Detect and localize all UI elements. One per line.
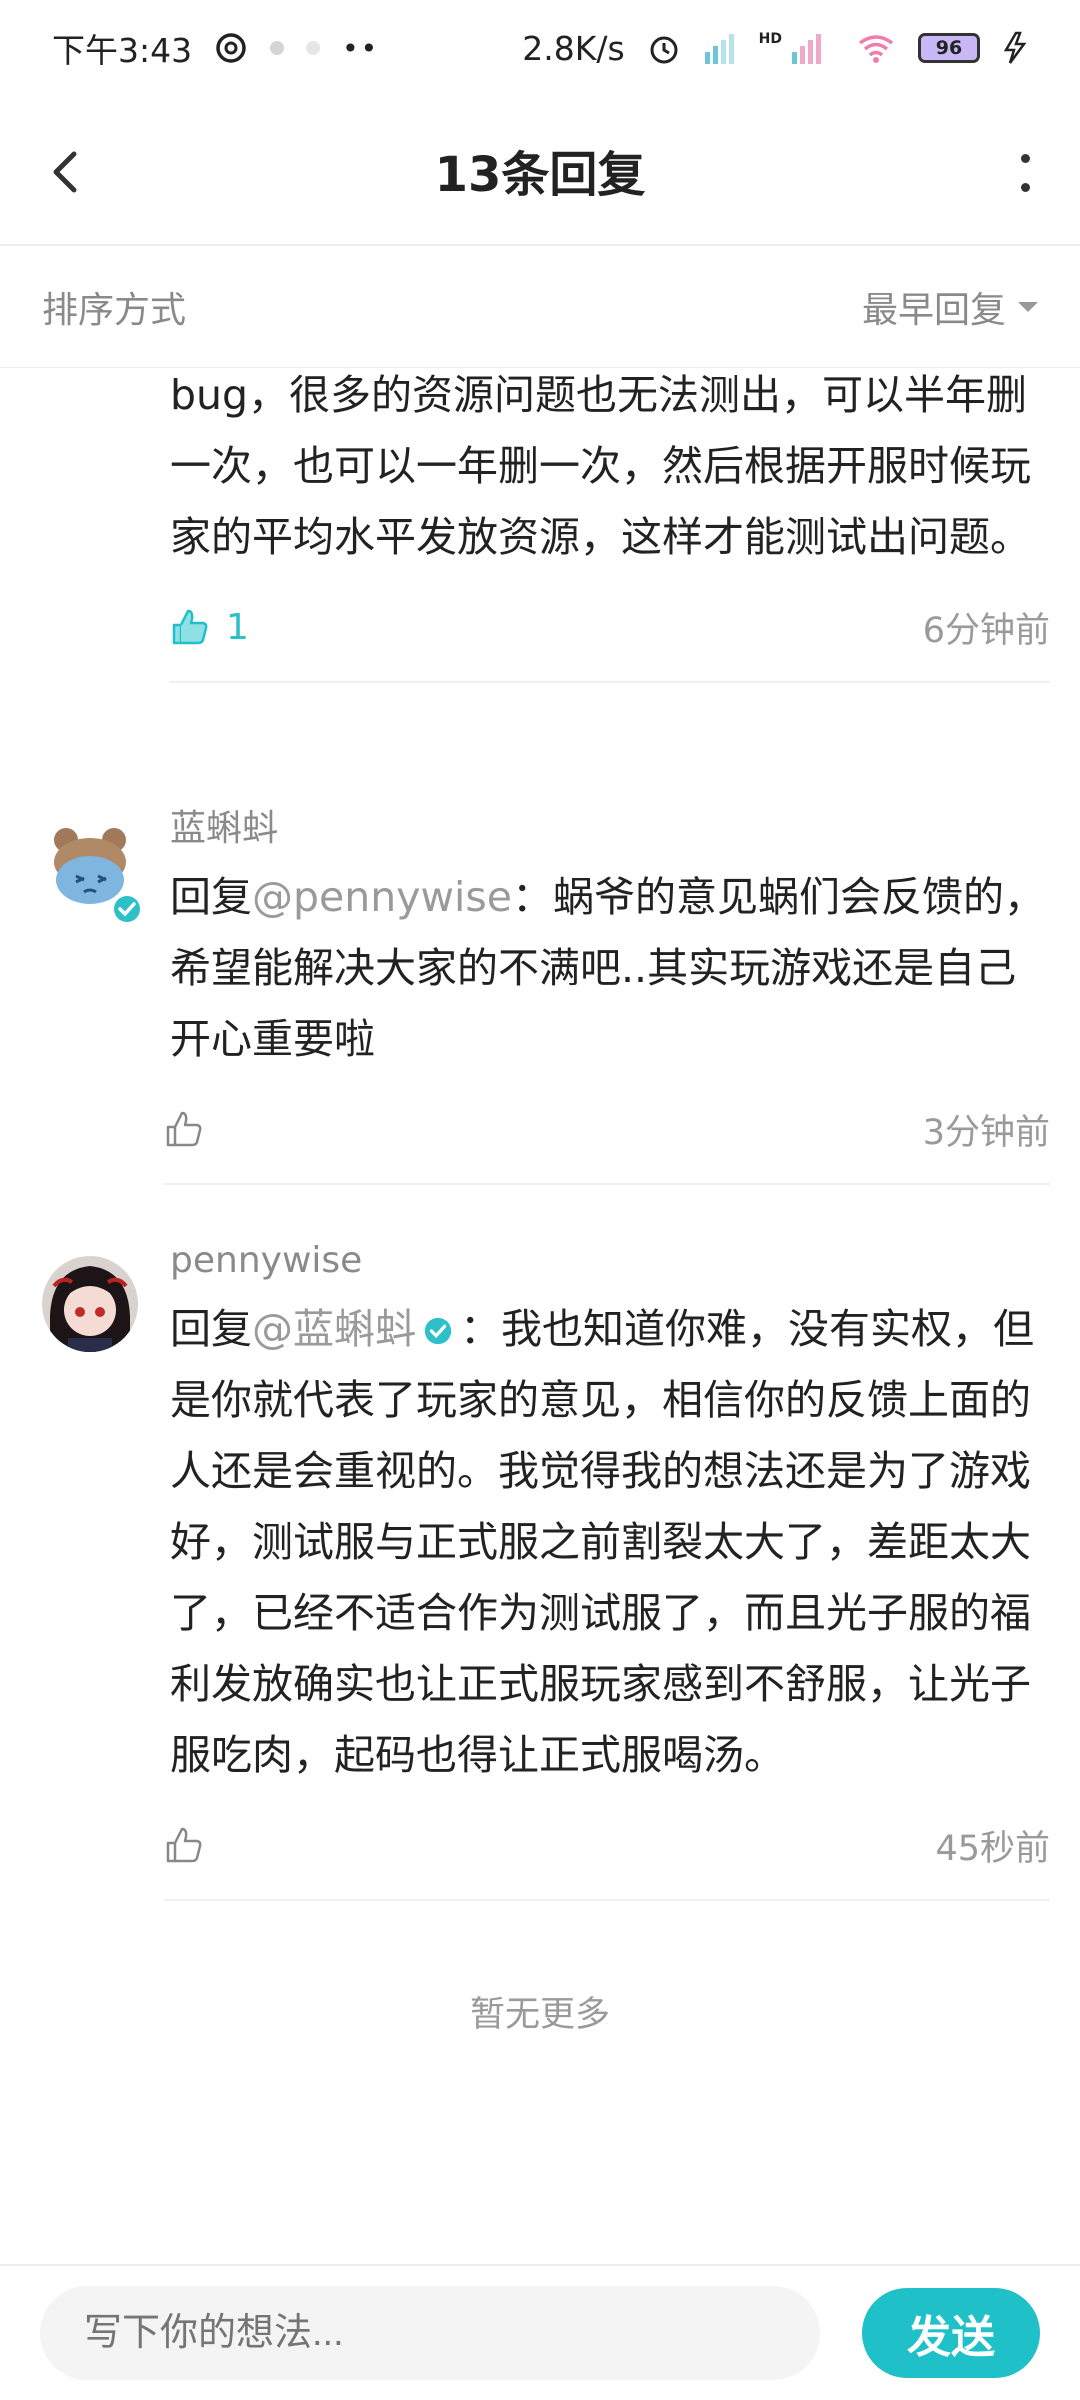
comment-meta: 1 6分钟前 — [170, 573, 1050, 683]
alarm-icon — [650, 36, 678, 64]
mention-link[interactable]: @pennywise — [252, 873, 512, 921]
chevron-down-icon — [1018, 301, 1038, 312]
page-title: 13条回复 — [434, 147, 646, 203]
more-options-icon[interactable] — [1010, 148, 1040, 198]
verified-badge-icon — [111, 893, 143, 925]
comment-time: 3分钟前 — [922, 1112, 1050, 1153]
sort-selected-value: 最早回复 — [861, 289, 1006, 331]
hd-indicator: HD — [758, 31, 782, 47]
net-speed: 2.8K/s — [522, 28, 625, 68]
back-icon[interactable] — [36, 142, 96, 202]
reply-prefix: 回复 — [170, 873, 252, 921]
sort-label: 排序方式 — [42, 289, 187, 331]
comment-content: ：我也知道你难，没有实权，但是你就代表了玩家的意见，相信你的反馈上面的人还是会重… — [170, 1305, 1034, 1779]
like-count: 1 — [226, 606, 249, 648]
comment-time: 45秒前 — [935, 1828, 1050, 1869]
anime-avatar-icon — [42, 1256, 138, 1352]
thumbs-up-icon — [172, 609, 208, 645]
signal-icon — [704, 34, 734, 64]
username[interactable]: 蓝蝌蚪 — [170, 796, 1050, 862]
avatar[interactable] — [42, 1256, 138, 1352]
send-button[interactable]: 发送 — [862, 2288, 1040, 2378]
battery-icon: 96 — [918, 33, 980, 63]
app-header: 13条回复 — [0, 96, 1080, 246]
reply-prefix: 回复 — [170, 1305, 252, 1353]
sort-bar: 排序方式 最早回复 — [0, 246, 1080, 368]
notification-dot-icon — [306, 41, 321, 55]
no-more-label: 暂无更多 — [469, 1995, 610, 2035]
comment-item: bug，很多的资源问题也无法测出，可以半年删一次，也可以一年删一次，然后根据开服… — [170, 368, 1050, 683]
like-button[interactable] — [164, 1109, 204, 1149]
charging-icon — [1003, 31, 1027, 64]
notification-dot-icon — [270, 41, 285, 55]
comment-composer: 发送 — [0, 2264, 1080, 2400]
signal-icon — [792, 34, 821, 64]
comment-list: bug，很多的资源问题也无法测出，可以半年删一次，也可以一年删一次，然后根据开服… — [0, 368, 1080, 2264]
verified-badge-icon — [424, 1317, 452, 1345]
like-button[interactable]: 1 — [170, 607, 249, 648]
wifi-icon — [858, 35, 894, 63]
comment-time: 6分钟前 — [922, 610, 1050, 651]
thumbs-up-icon — [166, 1827, 202, 1863]
sort-dropdown[interactable]: 最早回复 — [862, 281, 1038, 333]
comment-meta: 45秒前 — [164, 1791, 1050, 1901]
thumbs-up-icon — [166, 1111, 202, 1147]
comment-meta: 3分钟前 — [164, 1075, 1050, 1185]
more-notifications-icon: •• — [342, 31, 380, 65]
comment-text: 回复@pennywise：蜗爷的意见蜗们会反馈的，希望能解决大家的不满吧..其实… — [170, 862, 1050, 1075]
mention-link[interactable]: @蓝蝌蚪 — [252, 1305, 416, 1353]
status-bar: 下午3:43 •• 2.8K/s HD 96 — [0, 0, 1080, 96]
comment-body: 蓝蝌蚪 回复@pennywise：蜗爷的意见蜗们会反馈的，希望能解决大家的不满吧… — [164, 796, 1050, 1185]
comment-input[interactable] — [40, 2286, 820, 2380]
comment-text: 回复@蓝蝌蚪 ：我也知道你难，没有实权，但是你就代表了玩家的意见，相信你的反馈上面… — [170, 1294, 1050, 1791]
data-saver-icon — [216, 33, 246, 63]
comment-body: pennywise 回复@蓝蝌蚪 ：我也知道你难，没有实权，但是你就代表了玩家的意… — [164, 1228, 1050, 1901]
comment-text: bug，很多的资源问题也无法测出，可以半年删一次，也可以一年删一次，然后根据开服… — [170, 371, 1031, 561]
like-button[interactable] — [164, 1825, 204, 1865]
status-time: 下午3:43 — [52, 31, 193, 70]
username[interactable]: pennywise — [170, 1228, 1050, 1294]
